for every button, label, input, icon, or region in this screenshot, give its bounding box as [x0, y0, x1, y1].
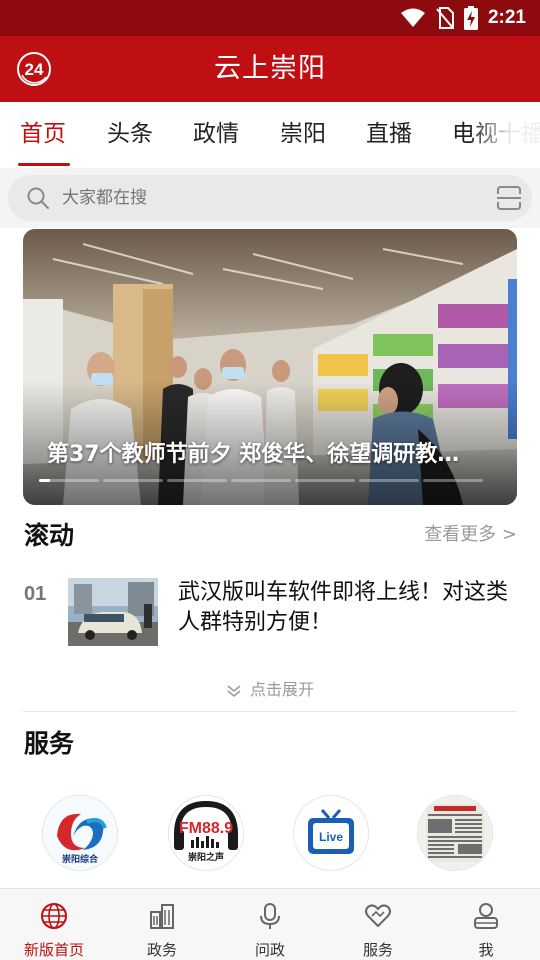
banner-carousel[interactable]: 第37个教师节前夕 郑俊华、徐望调研教… — [23, 229, 517, 505]
nav-label: 政务 — [146, 941, 177, 959]
service-label: Live — [319, 830, 343, 844]
buildings-icon — [150, 904, 174, 929]
search-icon — [27, 187, 49, 209]
nav-government[interactable]: 政务 — [108, 889, 216, 960]
channel-tab-bar: 首页 头条 政情 崇阳 直播 电视十播 — [0, 102, 540, 168]
carousel-dot — [423, 479, 483, 482]
banner-caption: 第37个教师节前夕 郑俊华、徐望调研教… — [47, 442, 460, 467]
services-section-title: 服务 — [24, 729, 75, 758]
search-box[interactable] — [8, 175, 532, 221]
carousel-dot — [167, 479, 227, 482]
see-more-link[interactable]: 查看更多 > — [424, 520, 517, 546]
person-icon — [474, 903, 498, 929]
carousel-indicator — [39, 479, 483, 482]
nav-inquiry[interactable]: 问政 — [216, 889, 324, 960]
fm-radio-logo: FM88.9 崇阳之声 — [169, 796, 243, 870]
expand-label: 点击展开 — [249, 680, 314, 699]
newspaper-icon — [418, 796, 492, 870]
divider — [23, 711, 517, 712]
status-time: 2:21 — [487, 7, 526, 28]
status-bar: 2:21 — [0, 0, 540, 36]
tab-chongyang[interactable]: 崇阳 — [280, 102, 326, 168]
nav-home[interactable]: 新版首页 — [0, 889, 108, 960]
news-rank: 01 — [24, 583, 47, 605]
heart-hands-icon — [365, 904, 391, 928]
nav-label: 新版首页 — [23, 941, 84, 959]
wifi-icon — [400, 8, 425, 27]
battery-charging-icon — [463, 6, 478, 30]
service-live-tv[interactable]: Live — [294, 796, 368, 870]
nav-me[interactable]: 我 — [432, 889, 540, 960]
service-chongyang-tv[interactable]: 崇阳综合 — [43, 796, 117, 870]
tab-fade — [470, 102, 540, 168]
nav-label: 问政 — [254, 941, 285, 959]
nav-label: 我 — [478, 941, 494, 959]
app-title: 云上崇阳 — [214, 53, 326, 84]
nav-services[interactable]: 服务 — [324, 889, 432, 960]
bottom-navigation: 新版首页 政务 问政 服务 我 — [0, 888, 540, 960]
carousel-dot — [359, 479, 419, 482]
rolling-section-title: 滚动 — [24, 521, 75, 550]
tab-home[interactable]: 首页 — [20, 102, 66, 168]
service-newspaper[interactable] — [418, 796, 492, 870]
carousel-dot — [295, 479, 355, 482]
nav-label: 服务 — [362, 941, 393, 959]
news-thumbnail — [68, 578, 158, 646]
chongyang-tv-logo: 崇阳综合 — [43, 796, 117, 870]
live-tv-logo: Live — [294, 796, 368, 870]
active-tab-indicator — [18, 163, 70, 166]
news-title: 武汉版叫车软件即将上线！对这类人群特别方便！ — [178, 580, 509, 635]
globe-icon — [41, 903, 67, 929]
no-sim-icon — [436, 7, 454, 29]
carousel-dot — [103, 479, 163, 482]
search-input[interactable] — [62, 175, 462, 221]
tab-politics[interactable]: 政情 — [193, 102, 239, 168]
tab-headlines[interactable]: 头条 — [107, 102, 153, 168]
service-fm-radio[interactable]: FM88.9 崇阳之声 — [169, 796, 243, 870]
double-chevron-down-icon — [227, 684, 241, 697]
carousel-dot — [231, 479, 291, 482]
app-header: 24 云上崇阳 — [0, 36, 540, 102]
service-label: 崇阳综合 — [62, 853, 99, 865]
service-label: FM88.9 — [179, 820, 233, 837]
service-sublabel: 崇阳之声 — [188, 851, 224, 863]
tab-live[interactable]: 直播 — [366, 102, 412, 168]
microphone-icon — [260, 903, 280, 929]
expand-button[interactable]: 点击展开 — [0, 676, 540, 700]
scan-icon[interactable] — [496, 185, 522, 211]
status-icons: 2:21 — [400, 6, 526, 30]
carousel-dot — [39, 479, 99, 482]
